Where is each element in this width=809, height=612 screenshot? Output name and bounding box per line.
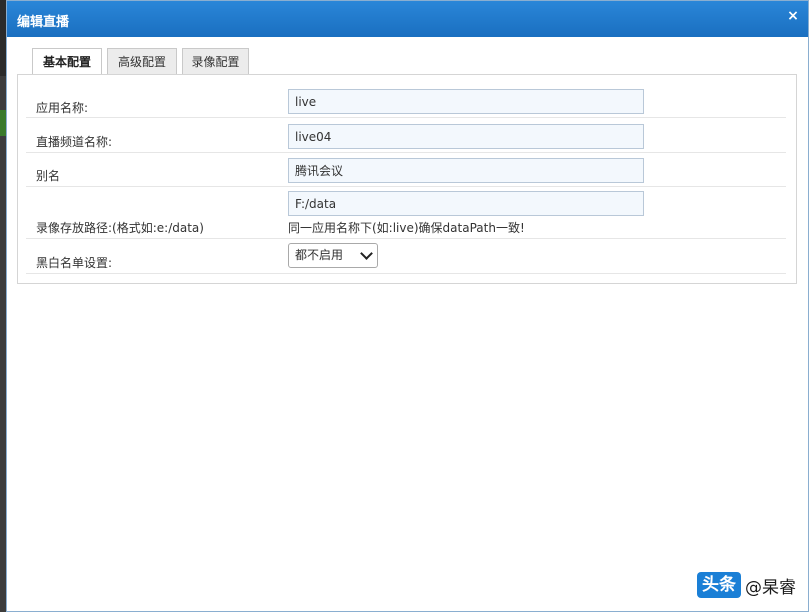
dialog-titlebar[interactable]: 编辑直播 × bbox=[7, 1, 808, 37]
blacklist-select[interactable]: 都不启用 bbox=[288, 243, 378, 268]
form-row-blacklist: 黑白名单设置: 都不启用 bbox=[26, 239, 786, 274]
watermark-badge: 头条 bbox=[697, 572, 741, 598]
record-path-hint: 同一应用名称下(如:live)确保dataPath一致! bbox=[288, 221, 525, 235]
tab-advanced-config[interactable]: 高级配置 bbox=[107, 48, 177, 74]
app-name-label: 应用名称: bbox=[36, 101, 89, 115]
alias-input[interactable] bbox=[288, 158, 644, 183]
form-row-app-name: 应用名称: bbox=[26, 83, 786, 118]
dialog-title: 编辑直播 bbox=[17, 15, 70, 30]
close-icon[interactable]: × bbox=[786, 9, 800, 23]
watermark: 头条 @杲睿 bbox=[697, 571, 796, 599]
chevron-down-icon bbox=[360, 247, 373, 260]
app-name-input[interactable] bbox=[288, 89, 644, 114]
tab-content: 应用名称: 直播频道名称: 别名 录像存放路径:(格式如:e:/data) 同一… bbox=[17, 74, 797, 284]
alias-label: 别名 bbox=[36, 169, 61, 183]
channel-name-label: 直播频道名称: bbox=[36, 135, 113, 149]
record-path-label: 录像存放路径:(格式如:e:/data) bbox=[36, 221, 204, 235]
edit-live-dialog: 编辑直播 × 基本配置 高级配置 录像配置 应用名称: 直播频道名称: 别名 bbox=[6, 0, 809, 612]
tab-record-config[interactable]: 录像配置 bbox=[182, 48, 249, 74]
blacklist-selected-value: 都不启用 bbox=[295, 248, 344, 262]
record-path-input[interactable] bbox=[288, 191, 644, 216]
blacklist-label: 黑白名单设置: bbox=[36, 256, 113, 270]
watermark-handle: @杲睿 bbox=[745, 577, 796, 598]
config-panel: 基本配置 高级配置 录像配置 应用名称: 直播频道名称: 别名 录像存放路径:(… bbox=[17, 48, 797, 284]
form-row-record-path: 录像存放路径:(格式如:e:/data) 同一应用名称下(如:live)确保da… bbox=[26, 187, 786, 239]
channel-name-input[interactable] bbox=[288, 124, 644, 149]
form-row-channel-name: 直播频道名称: bbox=[26, 118, 786, 153]
tab-basic-config[interactable]: 基本配置 bbox=[32, 48, 102, 75]
form-row-alias: 别名 bbox=[26, 153, 786, 187]
